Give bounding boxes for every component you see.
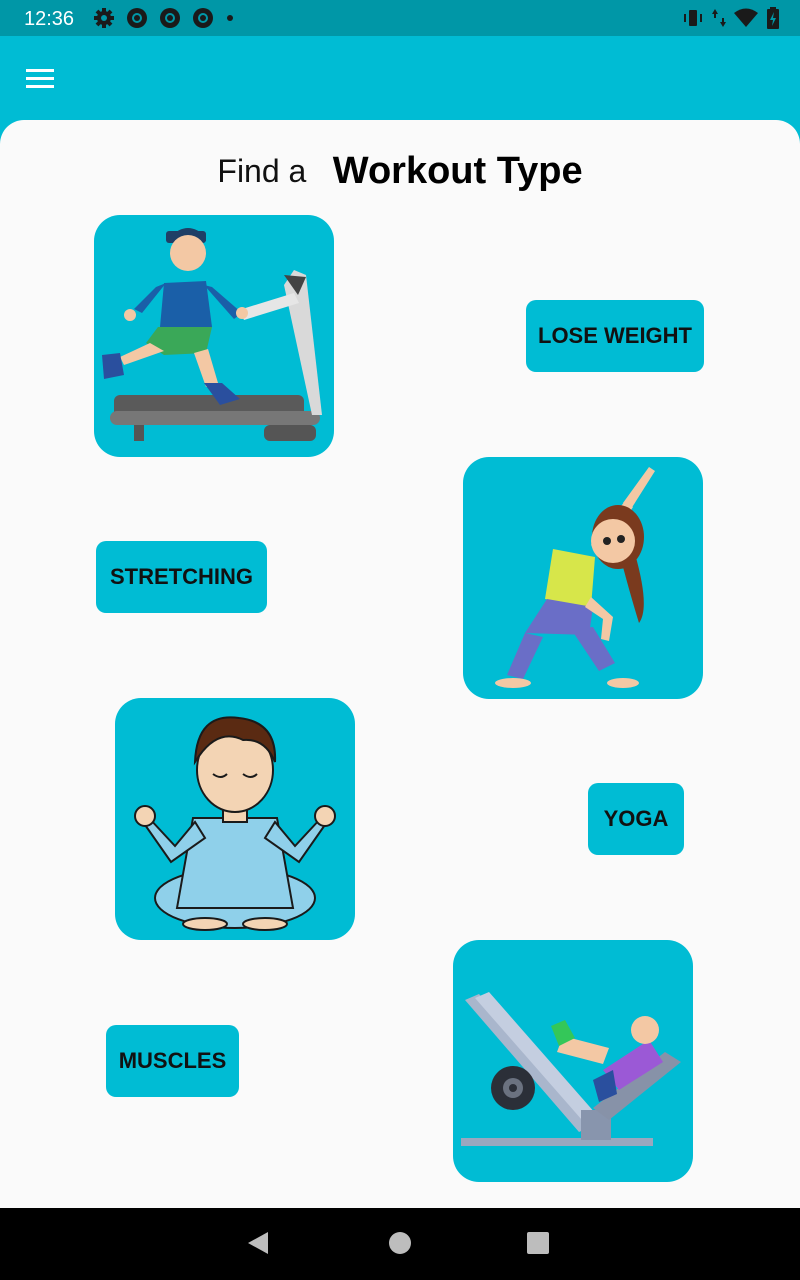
chrome-icon bbox=[193, 8, 213, 28]
vibrate-icon bbox=[684, 10, 702, 26]
recents-icon[interactable] bbox=[526, 1228, 550, 1258]
stretching-button[interactable]: STRETCHING bbox=[96, 541, 267, 613]
side-stretch-girl-illustration[interactable] bbox=[463, 457, 703, 699]
back-icon[interactable] bbox=[246, 1228, 270, 1258]
status-time: 12:36 bbox=[24, 8, 75, 30]
lose-weight-button[interactable]: LOSE WEIGHT bbox=[526, 300, 704, 372]
title-main: Workout Type bbox=[332, 150, 583, 192]
page-title: Find a Workout Type bbox=[0, 150, 800, 193]
title-prefix: Find a bbox=[217, 153, 307, 189]
app-bar bbox=[0, 36, 800, 120]
data-arrows-icon bbox=[712, 9, 726, 27]
dot-icon bbox=[227, 15, 233, 21]
yoga-button[interactable]: YOGA bbox=[588, 783, 684, 855]
chrome-icon bbox=[127, 8, 147, 28]
chrome-icon bbox=[160, 8, 180, 28]
battery-icon bbox=[767, 7, 779, 29]
status-bar: 12:36 bbox=[0, 0, 800, 36]
system-navigation-bar bbox=[0, 1208, 800, 1280]
notification-icons bbox=[92, 6, 236, 30]
workout-type-card: Find a Workout Type LOSE WEIGHT STRETCHI… bbox=[0, 120, 800, 1208]
meditating-man-illustration[interactable] bbox=[115, 698, 355, 940]
treadmill-runner-illustration[interactable] bbox=[94, 215, 334, 457]
leg-press-machine-illustration[interactable] bbox=[453, 940, 693, 1182]
muscles-button[interactable]: MUSCLES bbox=[106, 1025, 239, 1097]
gear-icon bbox=[94, 8, 114, 28]
hamburger-menu-icon[interactable] bbox=[22, 64, 58, 94]
system-icons bbox=[682, 6, 780, 30]
home-icon[interactable] bbox=[388, 1228, 412, 1258]
wifi-icon bbox=[734, 8, 758, 27]
